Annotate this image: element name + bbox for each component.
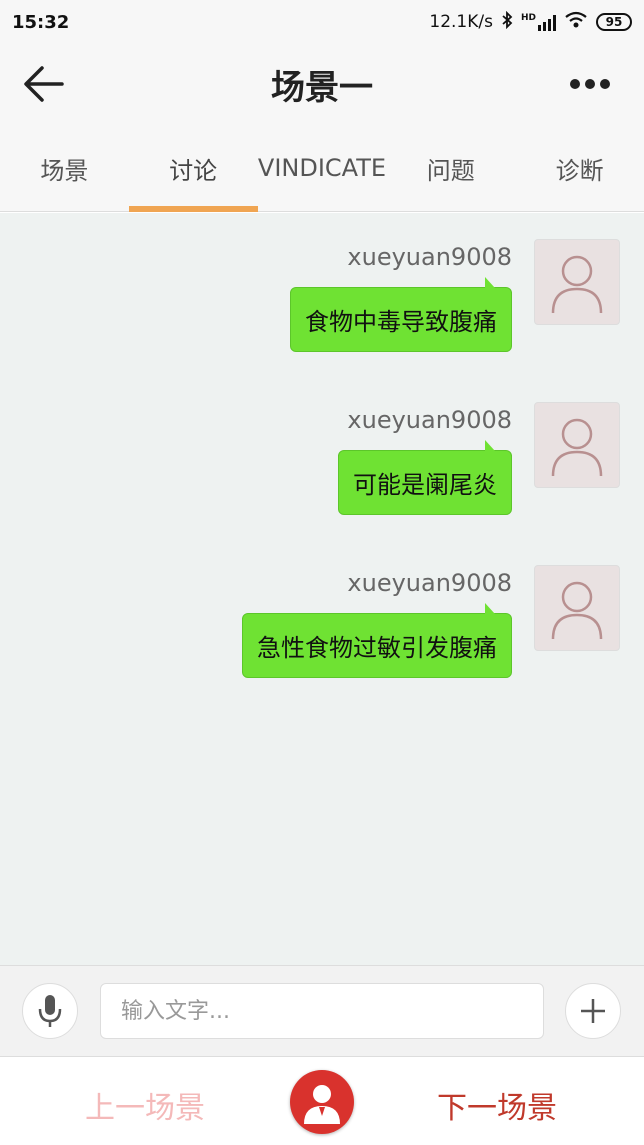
chat-message: xueyuan9008 食物中毒导致腹痛: [0, 213, 644, 353]
next-scene-button[interactable]: 下一场景: [437, 1083, 557, 1127]
microphone-icon: [38, 995, 62, 1027]
back-arrow-icon[interactable]: [22, 62, 72, 106]
network-type: HD: [520, 13, 536, 23]
chat-message: xueyuan9008 急性食物过敏引发腹痛: [0, 539, 644, 679]
wifi-icon: [564, 11, 588, 34]
header: 场景一: [0, 44, 644, 124]
status-bar: 15:32 12.1K/s HD 95: [0, 0, 644, 44]
battery-level: 95: [605, 15, 623, 29]
avatar[interactable]: [534, 565, 620, 651]
user-icon: [551, 581, 603, 640]
message-bubble[interactable]: 急性食物过敏引发腹痛: [242, 603, 512, 678]
tab-discussion[interactable]: 讨论: [128, 124, 258, 212]
microphone-button[interactable]: [22, 983, 78, 1039]
page-title: 场景一: [271, 67, 373, 108]
avatar[interactable]: [534, 402, 620, 488]
add-button[interactable]: [565, 983, 621, 1039]
signal-icon: HD: [521, 13, 556, 31]
tab-vindicate[interactable]: VINDICATE: [258, 124, 387, 212]
battery-icon: 95: [596, 13, 632, 31]
tab-questions[interactable]: 问题: [386, 124, 515, 212]
message-input[interactable]: [100, 983, 544, 1039]
status-indicators: 12.1K/s HD 95: [429, 10, 632, 34]
status-time: 15:32: [12, 11, 70, 33]
more-options-icon[interactable]: [570, 72, 614, 96]
message-username: xueyuan9008: [347, 406, 512, 434]
chat-message: xueyuan9008 可能是阑尾炎: [0, 376, 644, 516]
plus-icon: [581, 999, 605, 1023]
previous-scene-button[interactable]: 上一场景: [85, 1083, 205, 1127]
bluetooth-icon: [501, 10, 513, 34]
network-speed: 12.1K/s: [429, 12, 493, 32]
doctor-icon: [304, 1085, 340, 1124]
chat-area[interactable]: xueyuan9008 食物中毒导致腹痛 xueyuan9008 可能是阑尾炎 …: [0, 213, 644, 965]
tab-bar: 场景 讨论 VINDICATE 问题 诊断: [0, 124, 644, 212]
message-username: xueyuan9008: [347, 243, 512, 271]
profile-button[interactable]: [290, 1070, 354, 1134]
bottom-navigation: 上一场景 下一场景: [0, 1057, 644, 1145]
message-username: xueyuan9008: [347, 569, 512, 597]
user-icon: [551, 418, 603, 477]
input-bar: [0, 965, 644, 1057]
message-bubble[interactable]: 食物中毒导致腹痛: [290, 277, 512, 352]
message-bubble[interactable]: 可能是阑尾炎: [338, 440, 512, 515]
avatar[interactable]: [534, 239, 620, 325]
tab-diagnosis[interactable]: 诊断: [515, 124, 644, 212]
user-icon: [551, 255, 603, 314]
tab-scene[interactable]: 场景: [0, 124, 129, 212]
